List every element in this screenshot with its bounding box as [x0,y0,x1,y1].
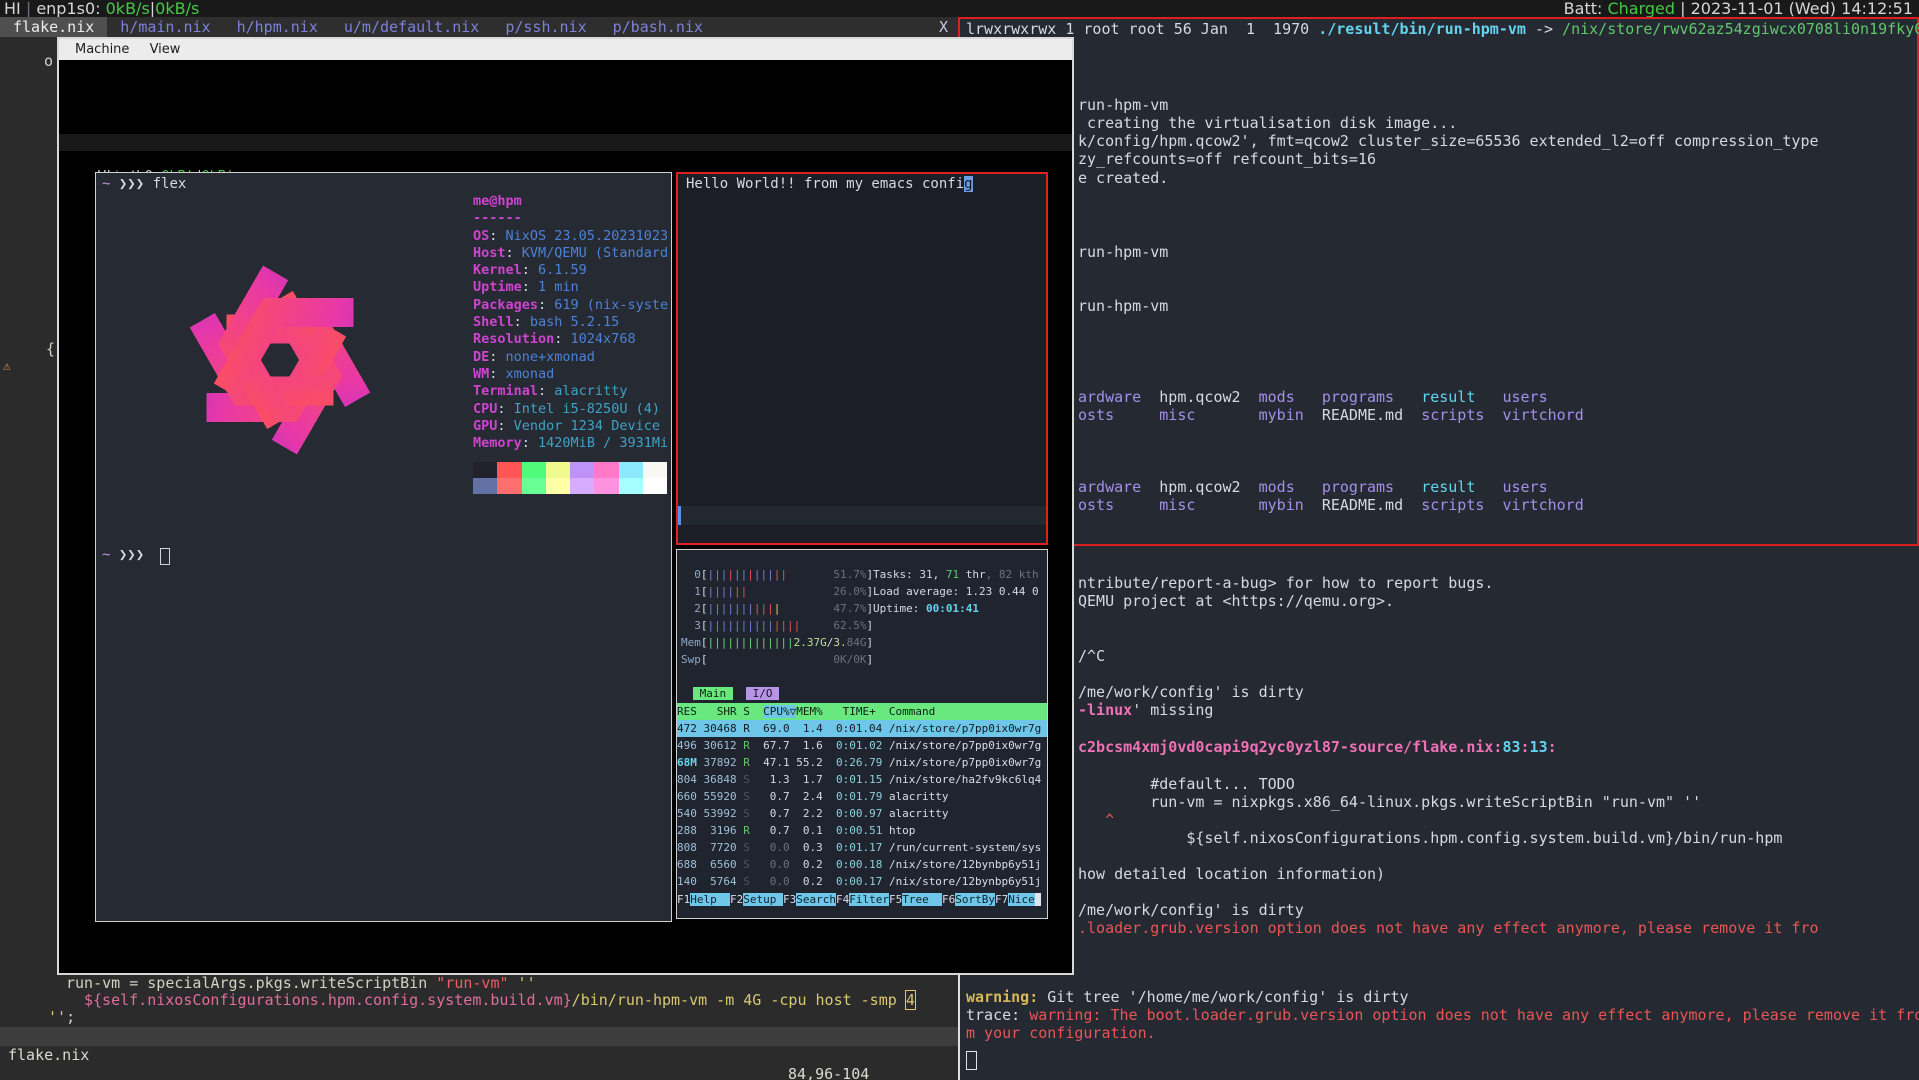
terminal-palette-row [473,478,667,494]
htop-meter: 0[|||||||||||| 51.7%] [681,566,873,583]
modeline-filename: flake.nix [8,1046,89,1065]
guest-htop-pane[interactable]: 0[|||||||||||| 51.7%] 1[|||||| 26.0%] 2[… [676,549,1048,919]
neofetch-output: me@hpm------OS: NixOS 23.05.20231023Host… [473,193,668,452]
neofetch-line: Packages: 619 (nix-syste [473,297,668,314]
neofetch-line: Terminal: alacritty [473,383,668,400]
emacs-modeline-buffer-info: ● 34 *scratch* 1:33 All [692,544,903,545]
palette-swatch [619,462,643,478]
palette-swatch [473,478,497,494]
tab-p-bash.nix[interactable]: p/bash.nix [600,17,716,37]
palette-swatch [497,462,521,478]
qemu-window[interactable]: Machine View HI | eth0: 0kB/s|0kB/s Batt… [57,37,1074,975]
htop-meter: 3[|||||||||||||| 62.5%] [681,617,873,634]
terminal-palette-row [473,462,667,478]
host-status-bar: HI | enp1s0: 0kB/s|0kB/s Batt: Charged |… [0,0,1919,17]
editor-tab-bar: flake.nixh/main.nixh/hpm.nixu/m/default.… [0,17,958,37]
palette-swatch [473,462,497,478]
modeline-accent-bar [678,506,681,525]
htop-process-row: 808 7720 S 0.0 0.3 0:01.17 /run/current-… [677,839,1047,856]
neofetch-line: Shell: bash 5.2.15 [473,314,668,331]
palette-swatch [522,478,546,494]
guest-prompt: ~ ❯❯❯ flex [102,176,186,193]
close-icon[interactable]: X [939,17,948,37]
htop-cpu-mem-meters: 0[|||||||||||| 51.7%] 1[|||||| 26.0%] 2[… [681,566,873,668]
modeline-position: 84,96-104 [788,1065,869,1080]
screen: HI | enp1s0: 0kB/s|0kB/s Batt: Charged |… [0,0,1919,1080]
guest-prompt: ~ ❯❯❯ [102,547,153,564]
guest-emacs-pane[interactable]: Hello World!! from my emacs config ● 34 … [676,172,1048,545]
htop-info-line: Uptime: 00:01:41 [873,600,1039,617]
htop-meter: 2[||||||||||| 47.7%] [681,600,873,617]
neofetch-line: me@hpm [473,193,668,210]
htop-info-line: Tasks: 31, 71 thr, 82 kth [873,566,1039,583]
battery-clock: Batt: Charged | 2023-11-01 (Wed) 14:12:5… [1564,0,1913,17]
palette-swatch [594,478,618,494]
neofetch-line: Resolution: 1024x768 [473,331,668,348]
palette-swatch [546,462,570,478]
emacs-buffer-text: Hello World!! from my emacs config [686,176,973,193]
tab-h-main.nix[interactable]: h/main.nix [107,17,223,37]
guest-status-bar: HI | eth0: 0kB/s|0kB/s Batt: Charged | 2… [59,134,1072,151]
neofetch-line: ------ [473,210,668,227]
palette-swatch [546,478,570,494]
neofetch-line: CPU: Intel i5-8250U (4) [473,401,668,418]
neofetch-line: Uptime: 1 min [473,279,668,296]
palette-swatch [522,462,546,478]
neofetch-line: WM: xmonad [473,366,668,383]
guest-terminal-cursor [160,548,170,565]
htop-process-row: 140 5764 S 0.0 0.2 0:00.17 /nix/store/12… [677,873,1047,890]
htop-table-header[interactable]: RES SHR S CPU%▽MEM% TIME+ Command [677,703,1047,720]
nixos-logo [104,195,456,525]
htop-process-table: 472 30468 R 69.0 1.4 0:01.04 /nix/store/… [677,720,1047,890]
htop-info-line: Load average: 1.23 0.44 0 [873,583,1039,600]
neofetch-line: GPU: Vendor 1234 Device [473,418,668,435]
htop-function-keys[interactable]: F1Help F2Setup F3SearchF4FilterF5Tree F6… [677,891,1047,908]
guest-display: HI | eth0: 0kB/s|0kB/s Batt: Charged | 2… [59,60,1072,973]
palette-swatch [497,478,521,494]
htop-process-row: 804 36848 S 1.3 1.7 0:01.15 /nix/store/h… [677,771,1047,788]
neofetch-line: Memory: 1420MiB / 3931Mi [473,435,668,452]
palette-swatch [643,462,667,478]
view-menu[interactable]: View [150,42,181,57]
tab-p-ssh.nix[interactable]: p/ssh.nix [492,17,599,37]
palette-swatch [570,478,594,494]
editor-modeline: flake.nix 84,96-104 75% [0,1027,958,1046]
htop-process-row: 688 6560 S 0.0 0.2 0:00.18 /nix/store/12… [677,856,1047,873]
htop-process-row: 496 30612 R 67.7 1.6 0:01.02 /nix/store/… [677,737,1047,754]
htop-meter: Mem[|||||||||||||2.37G/3.84G] [681,634,873,651]
terminal-pane-bottom-right[interactable] [958,546,1919,1080]
htop-meter: Swp[ 0K/0K] [681,651,873,668]
htop-tasks-info: Tasks: 31, 71 thr, 82 kthLoad average: 1… [873,566,1039,617]
htop-process-row: 472 30468 R 69.0 1.4 0:01.04 /nix/store/… [677,720,1047,737]
neofetch-line: Host: KVM/QEMU (Standard [473,245,668,262]
palette-swatch [594,462,618,478]
tab-h-hpm.nix[interactable]: h/hpm.nix [224,17,331,37]
palette-swatch [619,478,643,494]
htop-screen-tabs[interactable]: Main I/O [693,686,779,701]
htop-process-row: 660 55920 S 0.7 2.4 0:01.79 alacritty [677,788,1047,805]
htop-process-row: 68M 37892 R 47.1 55.2 0:26.79 /nix/store… [677,754,1047,771]
guest-terminal-pane[interactable]: ~ ❯❯❯ flex [95,172,672,922]
network-status: HI | enp1s0: 0kB/s|0kB/s [4,0,199,17]
tab-u-m-default.nix[interactable]: u/m/default.nix [331,17,492,37]
neofetch-line: DE: none+xmonad [473,349,668,366]
terminal-pane-top-right[interactable] [958,17,1919,546]
emacs-modeline: ● 34 *scratch* 1:33 All Fundamental [678,506,1046,525]
machine-menu[interactable]: Machine [75,42,129,57]
palette-swatch [643,478,667,494]
htop-meter: 1[|||||| 26.0%] [681,583,873,600]
neofetch-line: OS: NixOS 23.05.20231023 [473,228,668,245]
htop-process-row: 540 53992 S 0.7 2.2 0:00.97 alacritty [677,805,1047,822]
neofetch-line: Kernel: 6.1.59 [473,262,668,279]
qemu-menubar: Machine View [59,39,1072,61]
tab-flake.nix[interactable]: flake.nix [0,17,107,37]
htop-process-row: 288 3196 R 0.7 0.1 0:00.51 htop [677,822,1047,839]
palette-swatch [570,462,594,478]
